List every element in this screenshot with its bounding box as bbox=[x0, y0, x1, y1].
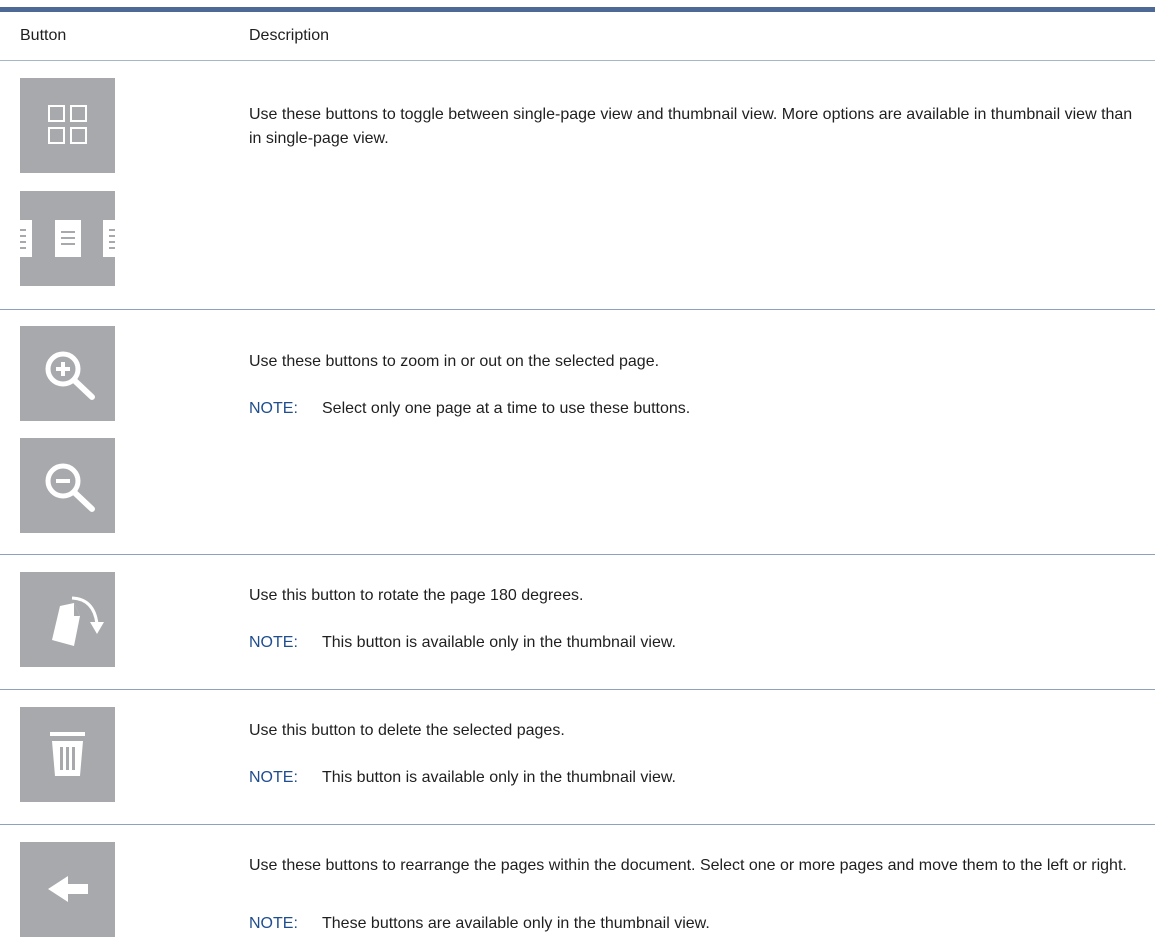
note-text: This button is available only in the thu… bbox=[322, 634, 676, 651]
row-note: NOTE: These buttons are available only in… bbox=[249, 912, 710, 936]
row-note: NOTE: This button is available only in th… bbox=[249, 631, 676, 655]
row-note: NOTE: This button is available only in th… bbox=[249, 766, 676, 790]
note-label: NOTE: bbox=[249, 915, 298, 932]
row-rule bbox=[0, 824, 1155, 825]
single-page-view-button bbox=[20, 191, 115, 286]
row-rule bbox=[0, 689, 1155, 690]
delete-button bbox=[20, 707, 115, 802]
delete-trash-icon bbox=[50, 732, 85, 776]
header-button: Button bbox=[20, 27, 67, 44]
rotate-page-icon bbox=[52, 596, 104, 646]
header-rule bbox=[0, 60, 1155, 61]
thumbnail-view-button bbox=[20, 78, 115, 173]
zoom-in-icon bbox=[45, 351, 95, 400]
table-top-rule bbox=[0, 7, 1155, 12]
row-description: Use these buttons to rearrange the pages… bbox=[249, 857, 1127, 874]
note-label: NOTE: bbox=[249, 400, 298, 417]
zoom-out-icon bbox=[45, 463, 95, 512]
rotate-page-button bbox=[20, 572, 115, 667]
row-description: Use this button to delete the selected p… bbox=[249, 722, 565, 739]
note-text: Select only one page at a time to use th… bbox=[322, 400, 691, 417]
note-text: These buttons are available only in the … bbox=[322, 915, 710, 932]
note-label: NOTE: bbox=[249, 634, 298, 651]
zoom-in-button bbox=[20, 326, 115, 421]
row-rule bbox=[0, 554, 1155, 555]
note-label: NOTE: bbox=[249, 769, 298, 786]
row-description: Use these buttons to zoom in or out on t… bbox=[249, 353, 660, 370]
row-description: Use this button to rotate the page 180 d… bbox=[249, 587, 584, 604]
row-description: Use these buttons to toggle between sing… bbox=[249, 106, 1133, 147]
header-description: Description bbox=[249, 27, 330, 44]
row-note: NOTE: Select only one page at a time to u… bbox=[249, 397, 690, 421]
row-rule bbox=[0, 309, 1155, 310]
thumbnail-view-icon bbox=[48, 105, 87, 144]
zoom-out-button bbox=[20, 438, 115, 533]
single-page-view-icon bbox=[20, 220, 115, 257]
move-left-arrow-icon bbox=[48, 876, 88, 902]
move-page-left-button bbox=[20, 842, 115, 937]
note-text: This button is available only in the thu… bbox=[322, 769, 676, 786]
